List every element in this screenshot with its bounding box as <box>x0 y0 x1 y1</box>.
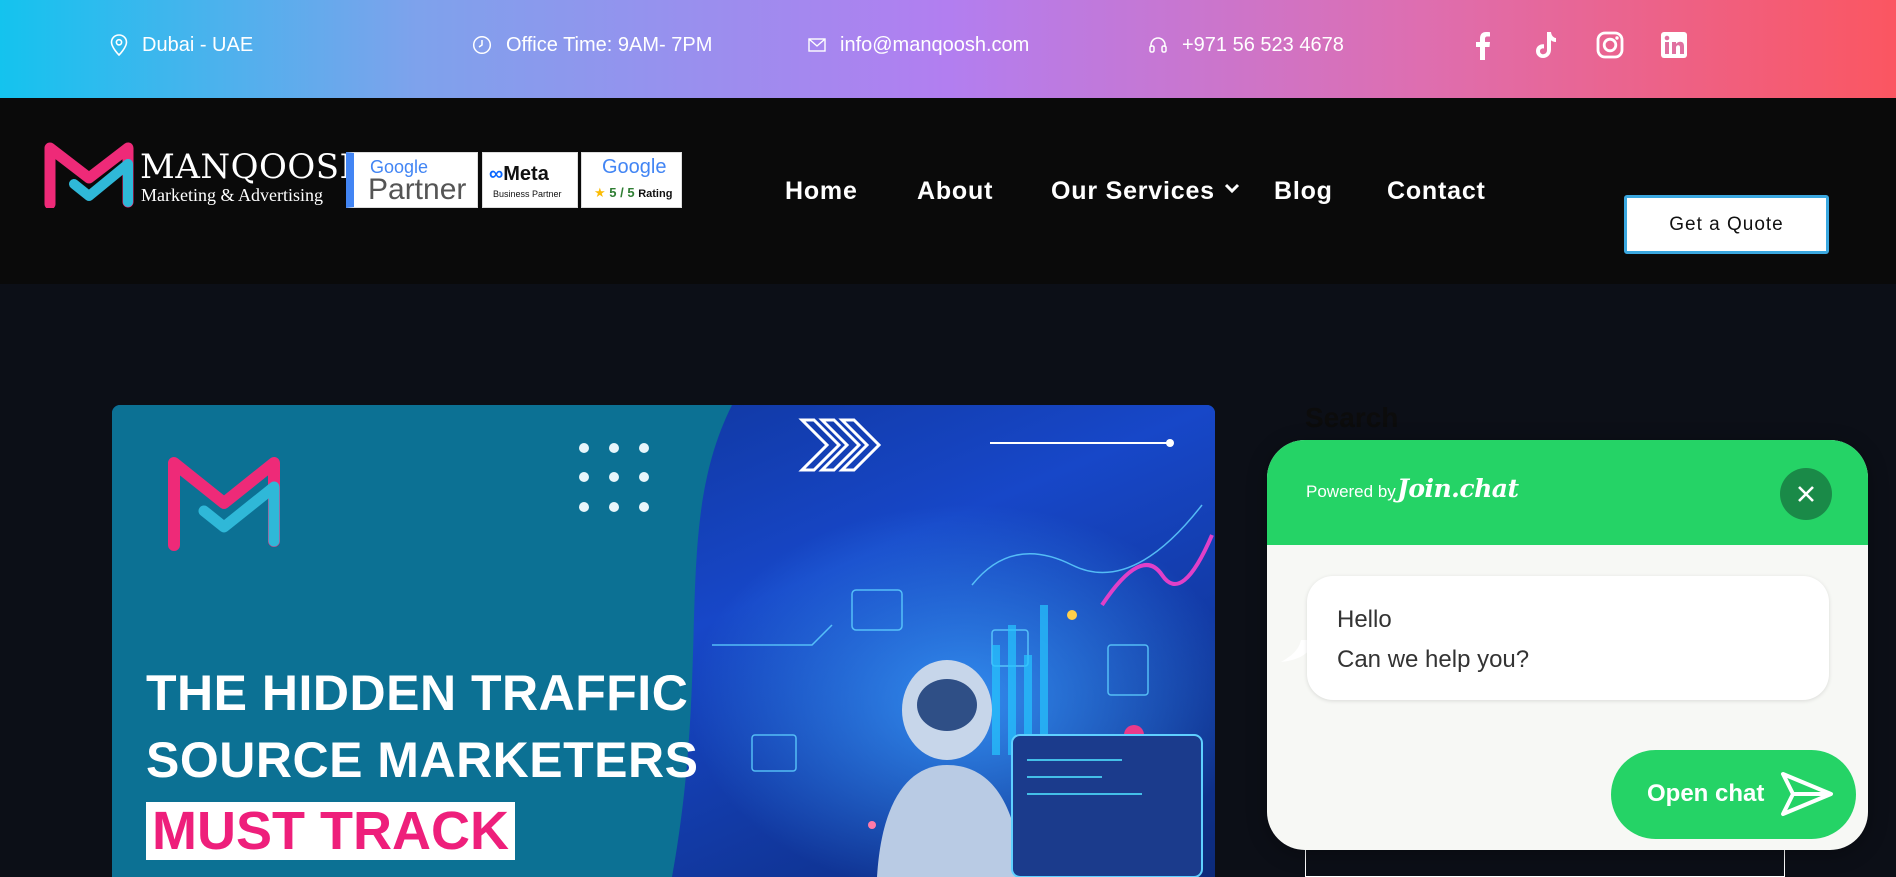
mail-icon <box>808 38 826 52</box>
facebook-icon[interactable] <box>1465 28 1499 62</box>
instagram-icon[interactable] <box>1593 28 1627 62</box>
phone-link[interactable]: +971 56 523 4678 <box>1182 34 1344 57</box>
open-chat-button[interactable]: Open chat <box>1611 750 1856 839</box>
sidebar-search-heading: Search <box>1305 402 1399 433</box>
phone-item[interactable]: +971 56 523 4678 <box>1148 32 1344 58</box>
location-pin-icon <box>110 34 128 56</box>
joinchat-brand[interactable]: Join.chat <box>1397 474 1519 503</box>
chat-header: Powered by Join.chat <box>1267 440 1868 545</box>
google-partner-text: Partner <box>368 173 467 206</box>
meta-partner-badge: ∞Meta Business Partner <box>482 152 578 208</box>
nav-blog[interactable]: Blog <box>1274 176 1333 206</box>
send-icon <box>1781 772 1833 816</box>
clock-icon <box>472 35 492 55</box>
close-icon <box>1798 486 1814 502</box>
hero-title-highlight: MUST TRACK <box>146 802 515 860</box>
email-link[interactable]: info@manqoosh.com <box>840 34 1029 57</box>
meta-subtitle: Business Partner <box>493 189 562 199</box>
tiktok-icon[interactable] <box>1529 28 1563 62</box>
featured-post-image[interactable]: THE HIDDEN TRAFFIC SOURCE MARKETERS MUST… <box>112 405 1215 877</box>
chat-close-button[interactable] <box>1780 468 1832 520</box>
hero-title-line-2: SOURCE MARKETERS <box>146 732 699 788</box>
location-item: Dubai - UAE <box>110 32 253 58</box>
office-time-text: Office Time: 9AM- 7PM <box>506 33 713 56</box>
chevron-down-icon[interactable] <box>1224 183 1240 195</box>
linkedin-icon[interactable] <box>1657 28 1691 62</box>
open-chat-label: Open chat <box>1647 780 1765 807</box>
top-info-bar: Dubai - UAE Office Time: 9AM- 7PM info@m… <box>0 0 1896 98</box>
location-text: Dubai - UAE <box>142 33 254 56</box>
rating-value: ★ 5 / 5 Rating <box>594 185 673 200</box>
manqoosh-logo-icon <box>44 142 134 208</box>
email-item[interactable]: info@manqoosh.com <box>808 32 1029 58</box>
nav-home[interactable]: Home <box>785 176 858 206</box>
headset-icon <box>1149 37 1167 53</box>
brand-tagline: Marketing & Advertising <box>141 185 323 205</box>
chat-message-line-2: Can we help you? <box>1337 646 1530 673</box>
office-time-item: Office Time: 9AM- 7PM <box>472 32 712 58</box>
meta-title: ∞Meta <box>489 163 549 185</box>
meta-infinity-icon: ∞ <box>489 163 504 185</box>
chat-message-bubble <box>1307 576 1829 700</box>
brand-name: MANQOOSH <box>140 147 370 187</box>
chat-message-line-1: Hello <box>1337 606 1392 633</box>
joinchat-widget: Powered by Join.chat Hello Can we help y… <box>1267 440 1868 850</box>
star-icon: ★ <box>594 185 606 200</box>
nav-about[interactable]: About <box>917 176 993 206</box>
hero-title-line-1: THE HIDDEN TRAFFIC <box>146 665 689 721</box>
google-rating-badge: Google ★ 5 / 5 Rating <box>581 152 682 208</box>
get-a-quote-button[interactable]: Get a Quote <box>1624 195 1829 254</box>
nav-our-services[interactable]: Our Services <box>1051 176 1215 206</box>
powered-by-label: Powered by <box>1306 482 1396 501</box>
rating-google-text: Google <box>602 156 667 178</box>
google-partner-badge: Google Partner <box>346 152 478 208</box>
nav-contact[interactable]: Contact <box>1387 176 1486 206</box>
